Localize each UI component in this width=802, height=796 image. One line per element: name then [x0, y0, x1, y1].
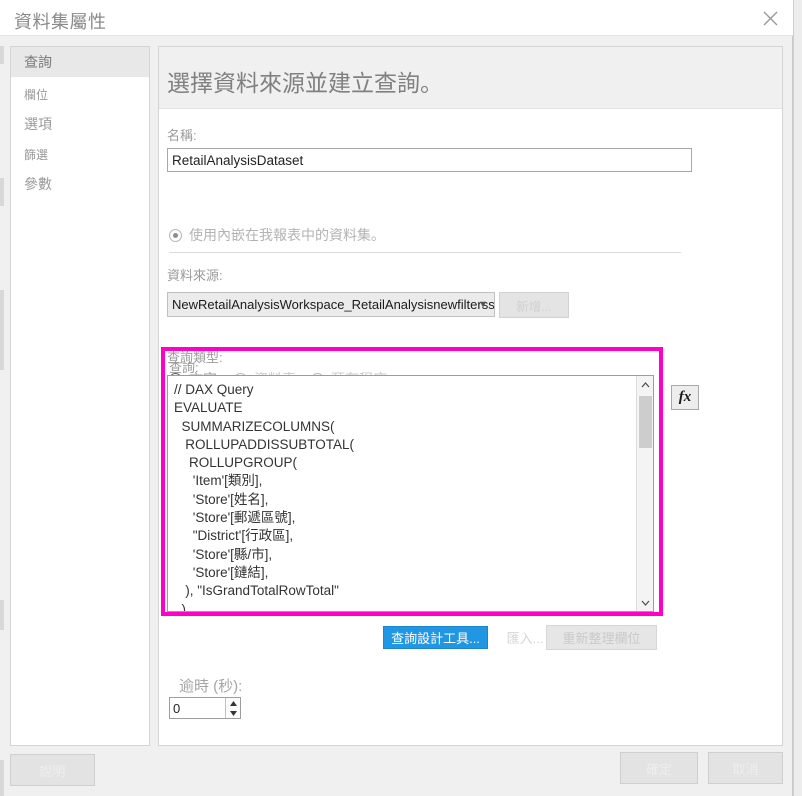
timeout-input[interactable]	[170, 698, 225, 718]
datasource-label: 資料來源:	[167, 268, 223, 283]
timeout-label: 逾時 (秒):	[179, 678, 243, 695]
help-button[interactable]: 說明	[10, 754, 95, 786]
window-title: 資料集屬性	[14, 12, 107, 32]
datasource-dropdown[interactable]: NewRetailAnalysisWorkspace_RetailAnalysi…	[167, 292, 495, 317]
dataset-properties-dialog: 資料集屬性 查詢 欄位 選項 篩選 參數 選擇資料來源並建立查詢。 名稱: Re…	[0, 0, 793, 796]
window-edge-sliver	[0, 178, 4, 206]
ok-button[interactable]: 確定	[620, 752, 698, 784]
window-edge-sliver	[0, 46, 4, 64]
stepper-buttons[interactable]	[225, 698, 240, 718]
sidebar: 查詢 欄位 選項 篩選 參數	[10, 46, 150, 746]
query-text[interactable]: // DAX Query EVALUATE SUMMARIZECOLUMNS( …	[168, 376, 636, 611]
embedded-dataset-label: 使用內嵌在我報表中的資料集。	[189, 227, 385, 243]
background-window-sliver	[793, 0, 802, 796]
page-title: 選擇資料來源並建立查詢。	[167, 70, 443, 96]
expression-fx-button[interactable]: fx	[671, 385, 699, 410]
chevron-down-icon: ▼	[478, 299, 488, 310]
close-icon	[763, 11, 778, 26]
dataset-name-input[interactable]	[167, 148, 692, 172]
sidebar-item-filters[interactable]: 篩選	[11, 139, 149, 169]
window-edge-sliver	[0, 600, 4, 630]
query-designer-button[interactable]: 查詢設計工具...	[383, 626, 488, 649]
sidebar-item-options[interactable]: 選項	[11, 109, 149, 139]
timeout-stepper[interactable]	[169, 697, 241, 719]
sidebar-item-fields[interactable]: 欄位	[11, 79, 149, 109]
stepper-up-icon[interactable]	[226, 698, 241, 708]
window-edge-sliver	[0, 760, 4, 796]
section-divider	[169, 252, 681, 253]
window-edge-sliver	[0, 290, 4, 370]
content-panel: 選擇資料來源並建立查詢。 名稱: 使用內嵌在我報表中的資料集。 資料來源: Ne…	[158, 46, 783, 746]
scroll-down-icon[interactable]	[637, 594, 653, 611]
close-button[interactable]	[747, 0, 793, 36]
query-editor[interactable]: // DAX Query EVALUATE SUMMARIZECOLUMNS( …	[167, 375, 654, 612]
sidebar-item-parameters[interactable]: 參數	[11, 169, 149, 199]
query-label: 查詢:	[169, 360, 199, 375]
add-datasource-button[interactable]: 新增...	[499, 292, 569, 318]
title-bar: 資料集屬性	[0, 0, 793, 36]
datasource-value: NewRetailAnalysisWorkspace_RetailAnalysi…	[172, 297, 495, 312]
embedded-dataset-radio-row[interactable]: 使用內嵌在我報表中的資料集。	[169, 225, 385, 245]
query-scrollbar[interactable]	[636, 376, 653, 611]
content-header: 選擇資料來源並建立查詢。	[159, 47, 782, 109]
refresh-fields-button[interactable]: 重新整理欄位	[546, 625, 657, 650]
sidebar-item-query[interactable]: 查詢	[11, 47, 149, 77]
stepper-down-icon[interactable]	[226, 708, 241, 718]
embedded-dataset-radio[interactable]	[169, 228, 182, 242]
cancel-button[interactable]: 取消	[708, 752, 783, 784]
name-label: 名稱:	[167, 128, 197, 143]
scrollbar-thumb[interactable]	[639, 396, 652, 448]
scroll-up-icon[interactable]	[637, 376, 653, 393]
